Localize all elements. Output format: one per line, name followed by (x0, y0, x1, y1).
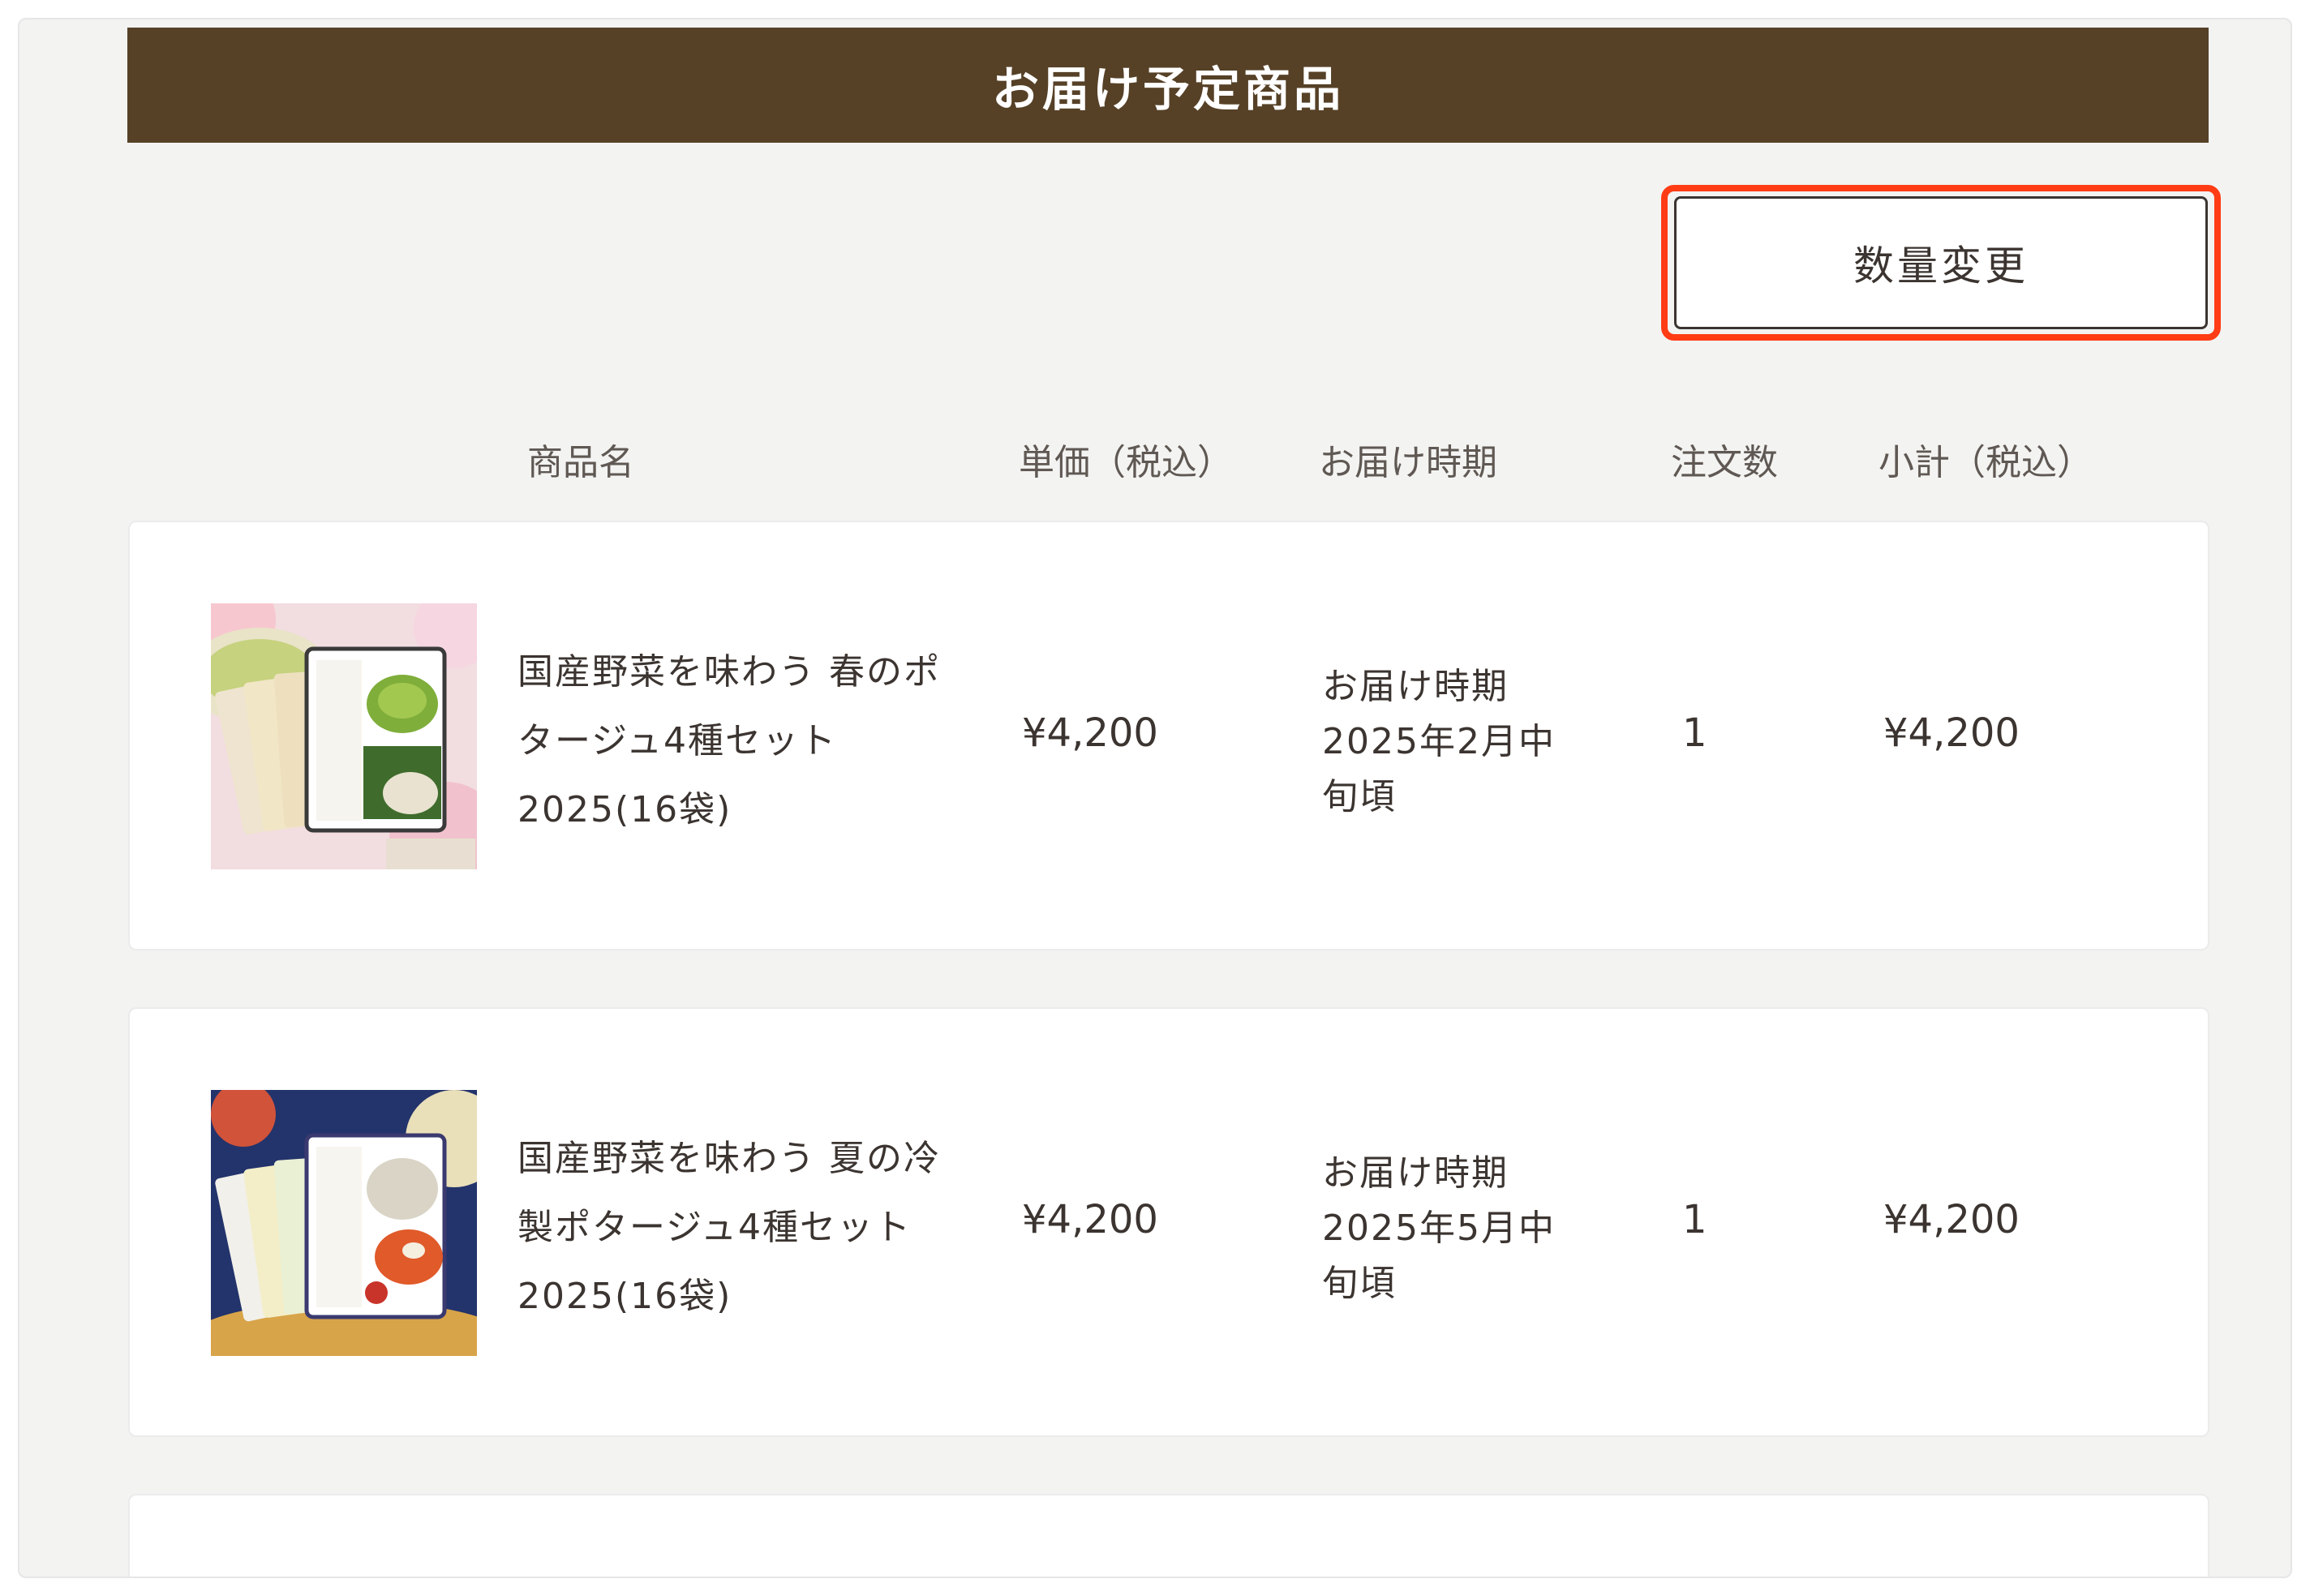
order-quantity: 1 (1682, 710, 1707, 756)
product-name-line[interactable]: 国産野菜を味わう 夏の冷 (517, 1129, 941, 1181)
order-quantity: 1 (1682, 1197, 1707, 1242)
product-image-partial (211, 1577, 477, 1578)
qty-change-label: 数量変更 (1853, 242, 2029, 290)
product-card: 国産野菜を味わう 春のポ タージュ4種セット 2025(16袋) ¥4,200 … (128, 521, 2209, 950)
column-header-unit-price: 単価（税込） (1019, 442, 1233, 483)
delivery-date-suffix: 旬頃 (1322, 776, 1397, 817)
delivery-label: お届け時期 (1322, 1152, 1509, 1194)
product-name-line[interactable]: 2025(16袋) (517, 780, 732, 832)
product-name-line[interactable]: 国産野菜を味わう 春のポ (517, 642, 941, 694)
delivery-label: お届け時期 (1322, 666, 1509, 707)
delivery-date: 2025年2月中 (1322, 721, 1556, 762)
delivery-date-suffix: 旬頃 (1322, 1263, 1397, 1304)
subtotal: ¥4,200 (1883, 710, 2020, 756)
unit-price: ¥4,200 (1022, 1197, 1158, 1242)
section-title: お届け予定商品 (991, 62, 1344, 117)
section-header: お届け予定商品 (127, 28, 2209, 143)
qty-change-button[interactable]: 数量変更 (1674, 196, 2208, 329)
delivery-date: 2025年5月中 (1322, 1208, 1556, 1249)
product-name-line[interactable]: 2025(16袋) (517, 1267, 732, 1319)
subtotal: ¥4,200 (1883, 1197, 2020, 1242)
product-image-summer[interactable] (211, 1090, 477, 1356)
product-image-spring[interactable] (211, 603, 477, 869)
column-header-delivery: お届け時期 (1319, 442, 1497, 483)
product-name-line[interactable]: タージュ4種セット (517, 711, 837, 763)
page-frame: お届け予定商品 数量変更 商品名 単価（税込） お届け時期 注文数 小計（税込） (18, 18, 2292, 1578)
product-card (128, 1494, 2209, 1578)
column-header-name: 商品名 (527, 442, 634, 483)
unit-price: ¥4,200 (1022, 710, 1158, 756)
column-header-quantity: 注文数 (1671, 442, 1778, 483)
product-card: 国産野菜を味わう 夏の冷 製ポタージュ4種セット 2025(16袋) ¥4,20… (128, 1007, 2209, 1437)
product-name-line[interactable]: 製ポタージュ4種セット (517, 1198, 912, 1250)
column-header-subtotal: 小計（税込） (1878, 442, 2093, 483)
